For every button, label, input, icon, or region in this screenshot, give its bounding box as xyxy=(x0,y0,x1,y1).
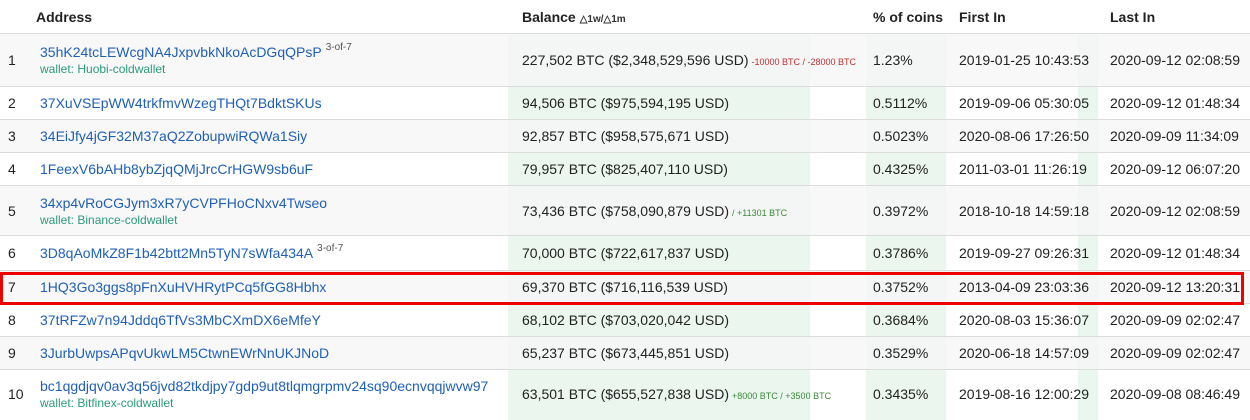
pct-cell: 0.3435% xyxy=(868,369,956,417)
wallet-label[interactable]: wallet: Huobi-coldwallet xyxy=(40,62,515,76)
table-row: 5 34xp4vRoCGJym3xR7yCVPFHoCNxv4Twseo walle… xyxy=(0,185,1250,236)
row-index: 1 xyxy=(0,33,36,87)
header-pct[interactable]: % of coins xyxy=(868,0,956,34)
table-row: 2 37XuVSEpWW4trkfmvWzegTHQt7BdktSKUs 94,50… xyxy=(0,86,1250,120)
address-link[interactable]: 35hK24tcLEWcgNA4JxpvbkNkoAcDGqQPsP xyxy=(40,44,322,60)
row-index: 8 xyxy=(0,303,36,337)
table-row: 3 34EiJfy4jGF32M37aQ2ZobupwiRQWa1Siy 92,85… xyxy=(0,119,1250,153)
header-last-in[interactable]: Last In xyxy=(1106,0,1250,34)
header-balance[interactable]: Balance △1w/△1m xyxy=(515,0,868,34)
row-index: 9 xyxy=(0,336,36,370)
multisig-label: 3-of-7 xyxy=(325,42,352,53)
header-first-in[interactable]: First In xyxy=(956,0,1106,34)
row-7-highlight-box xyxy=(0,272,1244,305)
balance-cell: 227,502 BTC ($2,348,529,596 USD) -10000 B… xyxy=(515,33,868,87)
balance-cell: 73,436 BTC ($758,090,879 USD) / +11301 BT… xyxy=(515,185,868,236)
address-cell: 37tRFZw7n94Jddq6TfVs3MbCXmDX6eMfeY xyxy=(36,303,515,337)
header-index xyxy=(0,0,36,34)
balance-cell: 63,501 BTC ($655,527,838 USD) +8000 BTC /… xyxy=(515,369,868,417)
balance-cell: 65,237 BTC ($673,445,851 USD) xyxy=(515,336,868,370)
address-link[interactable]: 37tRFZw7n94Jddq6TfVs3MbCXmDX6eMfeY xyxy=(40,312,321,328)
balance-delta: +8000 BTC / +3500 BTC xyxy=(732,390,832,401)
last-in-cell: 2020-09-09 02:02:47 xyxy=(1106,336,1250,370)
rich-list-table: Address Balance △1w/△1m % of coins First … xyxy=(0,0,1250,417)
pct-cell: 0.5112% xyxy=(868,86,956,120)
row-index: 6 xyxy=(0,235,36,271)
table-row: 1 35hK24tcLEWcgNA4JxpvbkNkoAcDGqQPsP 3-of-… xyxy=(0,33,1250,87)
last-in-cell: 2020-09-12 06:07:20 xyxy=(1106,152,1250,186)
address-link[interactable]: 37XuVSEpWW4trkfmvWzegTHQt7BdktSKUs xyxy=(40,95,322,111)
balance-value: 68,102 BTC ($703,020,042 USD) xyxy=(522,312,730,328)
address-cell: 3JurbUwpsAPqvUkwLM5CtwnEWrNnUKJNoD xyxy=(36,336,515,370)
multisig-label: 3-of-7 xyxy=(317,243,344,254)
last-in-cell: 2020-09-08 08:46:49 xyxy=(1106,369,1250,417)
row-index: 4 xyxy=(0,152,36,186)
address-cell: 34xp4vRoCGJym3xR7yCVPFHoCNxv4Twseo wallet… xyxy=(36,185,515,236)
last-in-cell: 2020-09-09 11:34:09 xyxy=(1106,119,1250,153)
first-in-cell: 2019-09-27 09:26:31 xyxy=(956,235,1106,271)
table-row: 9 3JurbUwpsAPqvUkwLM5CtwnEWrNnUKJNoD 65,23… xyxy=(0,336,1250,370)
address-link[interactable]: 34xp4vRoCGJym3xR7yCVPFHoCNxv4Twseo xyxy=(40,195,327,211)
balance-value: 92,857 BTC ($958,575,671 USD) xyxy=(522,128,730,144)
address-cell: 37XuVSEpWW4trkfmvWzegTHQt7BdktSKUs xyxy=(36,86,515,120)
first-in-cell: 2011-03-01 11:26:19 xyxy=(956,152,1106,186)
last-in-cell: 2020-09-12 02:08:59 xyxy=(1106,33,1250,87)
table-row: 6 3D8qAoMkZ8F1b42btt2Mn5TyN7sWfa434A 3-of-… xyxy=(0,235,1250,271)
balance-value: 73,436 BTC ($758,090,879 USD) xyxy=(522,202,730,219)
pct-cell: 1.23% xyxy=(868,33,956,87)
balance-cell: 79,957 BTC ($825,407,110 USD) xyxy=(515,152,868,186)
balance-value: 63,501 BTC ($655,527,838 USD) xyxy=(522,385,730,402)
pct-cell: 0.3972% xyxy=(868,185,956,236)
address-link[interactable]: 34EiJfy4jGF32M37aQ2ZobupwiRQWa1Siy xyxy=(40,128,307,144)
last-in-cell: 2020-09-12 01:48:34 xyxy=(1106,235,1250,271)
first-in-cell: 2020-06-18 14:57:09 xyxy=(956,336,1106,370)
balance-value: 65,237 BTC ($673,445,851 USD) xyxy=(522,345,730,361)
last-in-cell: 2020-09-12 02:08:59 xyxy=(1106,185,1250,236)
balance-value: 70,000 BTC ($722,617,837 USD) xyxy=(522,245,730,261)
balance-cell: 92,857 BTC ($958,575,671 USD) xyxy=(515,119,868,153)
address-cell: 34EiJfy4jGF32M37aQ2ZobupwiRQWa1Siy xyxy=(36,119,515,153)
balance-cell: 68,102 BTC ($703,020,042 USD) xyxy=(515,303,868,337)
pct-cell: 0.3529% xyxy=(868,336,956,370)
balance-cell: 94,506 BTC ($975,594,195 USD) xyxy=(515,86,868,120)
balance-delta-header: △1w/△1m xyxy=(579,13,626,25)
last-in-cell: 2020-09-12 01:48:34 xyxy=(1106,86,1250,120)
first-in-cell: 2019-09-06 05:30:05 xyxy=(956,86,1106,120)
table-row: 4 1FeexV6bAHb8ybZjqQMjJrcCrHGW9sb6uF 79,95… xyxy=(0,152,1250,186)
address-cell: 3D8qAoMkZ8F1b42btt2Mn5TyN7sWfa434A 3-of-7 xyxy=(36,235,515,271)
row-index: 2 xyxy=(0,86,36,120)
row-index: 5 xyxy=(0,185,36,236)
first-in-cell: 2020-08-03 15:36:07 xyxy=(956,303,1106,337)
wallet-label[interactable]: wallet: Bitfinex-coldwallet xyxy=(40,396,515,410)
last-in-cell: 2020-09-09 02:02:47 xyxy=(1106,303,1250,337)
table-row: 8 37tRFZw7n94Jddq6TfVs3MbCXmDX6eMfeY 68,10… xyxy=(0,303,1250,337)
table-row: 10 bc1qgdjqv0av3q56jvd82tkdjpy7gdp9ut8tlq… xyxy=(0,369,1250,417)
address-link[interactable]: 3JurbUwpsAPqvUkwLM5CtwnEWrNnUKJNoD xyxy=(40,345,329,361)
first-in-cell: 2020-08-06 17:26:50 xyxy=(956,119,1106,153)
address-link[interactable]: 3D8qAoMkZ8F1b42btt2Mn5TyN7sWfa434A xyxy=(40,245,313,261)
header-address[interactable]: Address xyxy=(36,0,515,34)
table-header: Address Balance △1w/△1m % of coins First … xyxy=(0,0,1250,34)
balance-value: 227,502 BTC ($2,348,529,596 USD) xyxy=(522,52,749,68)
balance-value: 94,506 BTC ($975,594,195 USD) xyxy=(522,95,730,111)
balance-value: 79,957 BTC ($825,407,110 USD) xyxy=(522,161,728,177)
address-link[interactable]: 1FeexV6bAHb8ybZjqQMjJrcCrHGW9sb6uF xyxy=(40,161,313,177)
balance-cell: 70,000 BTC ($722,617,837 USD) xyxy=(515,235,868,271)
first-in-cell: 2019-01-25 10:43:53 xyxy=(956,33,1106,87)
row-index: 10 xyxy=(0,369,36,417)
address-cell: bc1qgdjqv0av3q56jvd82tkdjpy7gdp9ut8tlqmg… xyxy=(36,369,515,417)
pct-cell: 0.5023% xyxy=(868,119,956,153)
pct-cell: 0.3786% xyxy=(868,235,956,271)
balance-delta: -10000 BTC / -28000 BTC xyxy=(751,57,857,67)
row-index: 3 xyxy=(0,119,36,153)
address-cell: 35hK24tcLEWcgNA4JxpvbkNkoAcDGqQPsP 3-of-7… xyxy=(36,33,515,87)
pct-cell: 0.4325% xyxy=(868,152,956,186)
first-in-cell: 2018-10-18 14:59:18 xyxy=(956,185,1106,236)
pct-cell: 0.3684% xyxy=(868,303,956,337)
wallet-label[interactable]: wallet: Binance-coldwallet xyxy=(40,213,515,227)
balance-delta: / +11301 BTC xyxy=(732,207,788,218)
first-in-cell: 2019-08-16 12:00:29 xyxy=(956,369,1106,417)
address-link[interactable]: bc1qgdjqv0av3q56jvd82tkdjpy7gdp9ut8tlqmg… xyxy=(40,378,488,394)
address-cell: 1FeexV6bAHb8ybZjqQMjJrcCrHGW9sb6uF xyxy=(36,152,515,186)
